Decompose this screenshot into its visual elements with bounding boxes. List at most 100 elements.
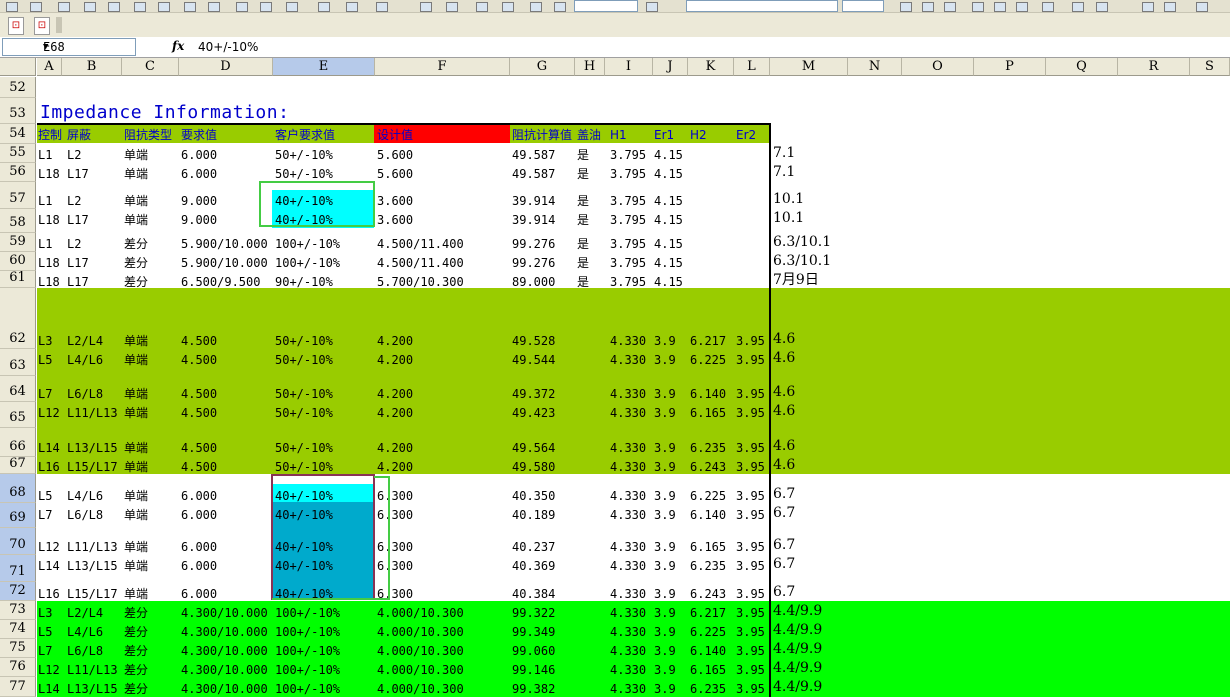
cell-m58[interactable]: 10.1 [773, 211, 804, 225]
cell-d61[interactable]: 6.500/9.500 [181, 275, 260, 289]
cell-h58[interactable]: 是 [577, 213, 589, 227]
hyperlink-icon[interactable] [420, 2, 432, 12]
font-size-combo[interactable] [842, 0, 884, 12]
cell-b71[interactable]: L13/L15 [67, 559, 118, 573]
cell-i61[interactable]: 3.795 [610, 275, 646, 289]
cell-c58[interactable]: 单端 [124, 213, 148, 227]
email-icon[interactable] [108, 2, 120, 12]
column-header-q[interactable]: Q [1046, 58, 1118, 76]
cell-l75[interactable]: 3.95 [736, 644, 765, 658]
cell-f62[interactable]: 4.200 [377, 334, 413, 348]
cell-c62[interactable]: 单端 [124, 334, 148, 348]
cell-b58[interactable]: L17 [67, 213, 89, 227]
cell-c72[interactable]: 单端 [124, 587, 148, 601]
cell-i67[interactable]: 4.330 [610, 460, 646, 474]
cell-a63[interactable]: L5 [38, 353, 52, 367]
cell-b77[interactable]: L13/L15 [67, 682, 118, 696]
cell-a58[interactable]: L18 [38, 213, 60, 227]
cell-f64[interactable]: 4.200 [377, 387, 413, 401]
cell-c61[interactable]: 差分 [124, 275, 148, 289]
cell-b62[interactable]: L2/L4 [67, 334, 103, 348]
cell-j65[interactable]: 3.9 [654, 406, 676, 420]
cell-c67[interactable]: 单端 [124, 460, 148, 474]
header-calc[interactable]: 阻抗计算值 [512, 128, 572, 142]
name-box[interactable]: E68 ▼ [2, 38, 136, 56]
cell-h61[interactable]: 是 [577, 275, 589, 289]
cell-e65[interactable]: 50+/-10% [275, 406, 333, 420]
cell-c74[interactable]: 差分 [124, 625, 148, 639]
cell-k71[interactable]: 6.235 [690, 559, 726, 573]
cell-d69[interactable]: 6.000 [181, 508, 217, 522]
column-header-e[interactable]: E [273, 58, 375, 76]
cell-l71[interactable]: 3.95 [736, 559, 765, 573]
italic-icon[interactable] [922, 2, 934, 12]
convert-to-pdf-icon[interactable]: ⊡ [8, 17, 24, 35]
save-icon[interactable] [58, 2, 70, 12]
cut-icon[interactable] [236, 2, 248, 12]
cell-d57[interactable]: 9.000 [181, 194, 217, 208]
cell-j67[interactable]: 3.9 [654, 460, 676, 474]
cell-a61[interactable]: L18 [38, 275, 60, 289]
cell-f75[interactable]: 4.000/10.300 [377, 644, 464, 658]
cell-m61[interactable]: 7月9日 [773, 273, 819, 287]
cell-a67[interactable]: L16 [38, 460, 60, 474]
cell-h55[interactable]: 是 [577, 148, 589, 162]
cell-i64[interactable]: 4.330 [610, 387, 646, 401]
cell-j61[interactable]: 4.15 [654, 275, 683, 289]
cell-k65[interactable]: 6.165 [690, 406, 726, 420]
row-header-65[interactable]: 65 [0, 402, 36, 428]
cell-a66[interactable]: L14 [38, 441, 60, 455]
cell-i66[interactable]: 4.330 [610, 441, 646, 455]
cell-j59[interactable]: 4.15 [654, 237, 683, 251]
indent-icon[interactable] [1196, 2, 1208, 12]
cell-m74[interactable]: 4.4/9.9 [773, 623, 822, 637]
row-header-66[interactable]: 66 [0, 428, 36, 457]
row-header-74[interactable]: 74 [0, 620, 36, 639]
cell-e76[interactable]: 100+/-10% [275, 663, 340, 677]
cell-i56[interactable]: 3.795 [610, 167, 646, 181]
help-icon[interactable] [646, 2, 658, 12]
cell-g69[interactable]: 40.189 [512, 508, 555, 522]
cell-b69[interactable]: L6/L8 [67, 508, 103, 522]
row-header-52[interactable]: 52 [0, 77, 36, 98]
cell-d64[interactable]: 4.500 [181, 387, 217, 401]
cell-b76[interactable]: L11/L13 [67, 663, 118, 677]
column-header-l[interactable]: L [734, 58, 770, 76]
cell-c71[interactable]: 单端 [124, 559, 148, 573]
cell-a71[interactable]: L14 [38, 559, 60, 573]
cell-i77[interactable]: 4.330 [610, 682, 646, 696]
cell-k77[interactable]: 6.235 [690, 682, 726, 696]
row-header-73[interactable]: 73 [0, 601, 36, 620]
row-header-54[interactable]: 54 [0, 124, 36, 144]
cell-e61[interactable]: 90+/-10% [275, 275, 333, 289]
cell-i75[interactable]: 4.330 [610, 644, 646, 658]
cell-m64[interactable]: 4.6 [773, 385, 795, 399]
cell-a65[interactable]: L12 [38, 406, 60, 420]
cell-m73[interactable]: 4.4/9.9 [773, 604, 822, 618]
cell-g59[interactable]: 99.276 [512, 237, 555, 251]
cell-g63[interactable]: 49.544 [512, 353, 555, 367]
cell-f77[interactable]: 4.000/10.300 [377, 682, 464, 696]
cell-a73[interactable]: L3 [38, 606, 52, 620]
cell-m55[interactable]: 7.1 [773, 146, 795, 160]
open-icon[interactable] [30, 2, 42, 12]
name-box-dropdown-icon[interactable]: ▼ [43, 39, 123, 55]
cell-k76[interactable]: 6.165 [690, 663, 726, 677]
cell-a69[interactable]: L7 [38, 508, 52, 522]
cell-h57[interactable]: 是 [577, 194, 589, 208]
cell-c66[interactable]: 单端 [124, 441, 148, 455]
cell-e74[interactable]: 100+/-10% [275, 625, 340, 639]
paste-icon[interactable] [286, 2, 298, 12]
cell-f55[interactable]: 5.600 [377, 148, 413, 162]
merge-center-icon[interactable] [1042, 2, 1054, 12]
cell-e64[interactable]: 50+/-10% [275, 387, 333, 401]
cell-e60[interactable]: 100+/-10% [275, 256, 340, 270]
cell-g70[interactable]: 40.237 [512, 540, 555, 554]
cell-h59[interactable]: 是 [577, 237, 589, 251]
cell-i57[interactable]: 3.795 [610, 194, 646, 208]
cell-d58[interactable]: 9.000 [181, 213, 217, 227]
cell-j72[interactable]: 3.9 [654, 587, 676, 601]
cell-j75[interactable]: 3.9 [654, 644, 676, 658]
cell-l65[interactable]: 3.95 [736, 406, 765, 420]
cell-c68[interactable]: 单端 [124, 489, 148, 503]
